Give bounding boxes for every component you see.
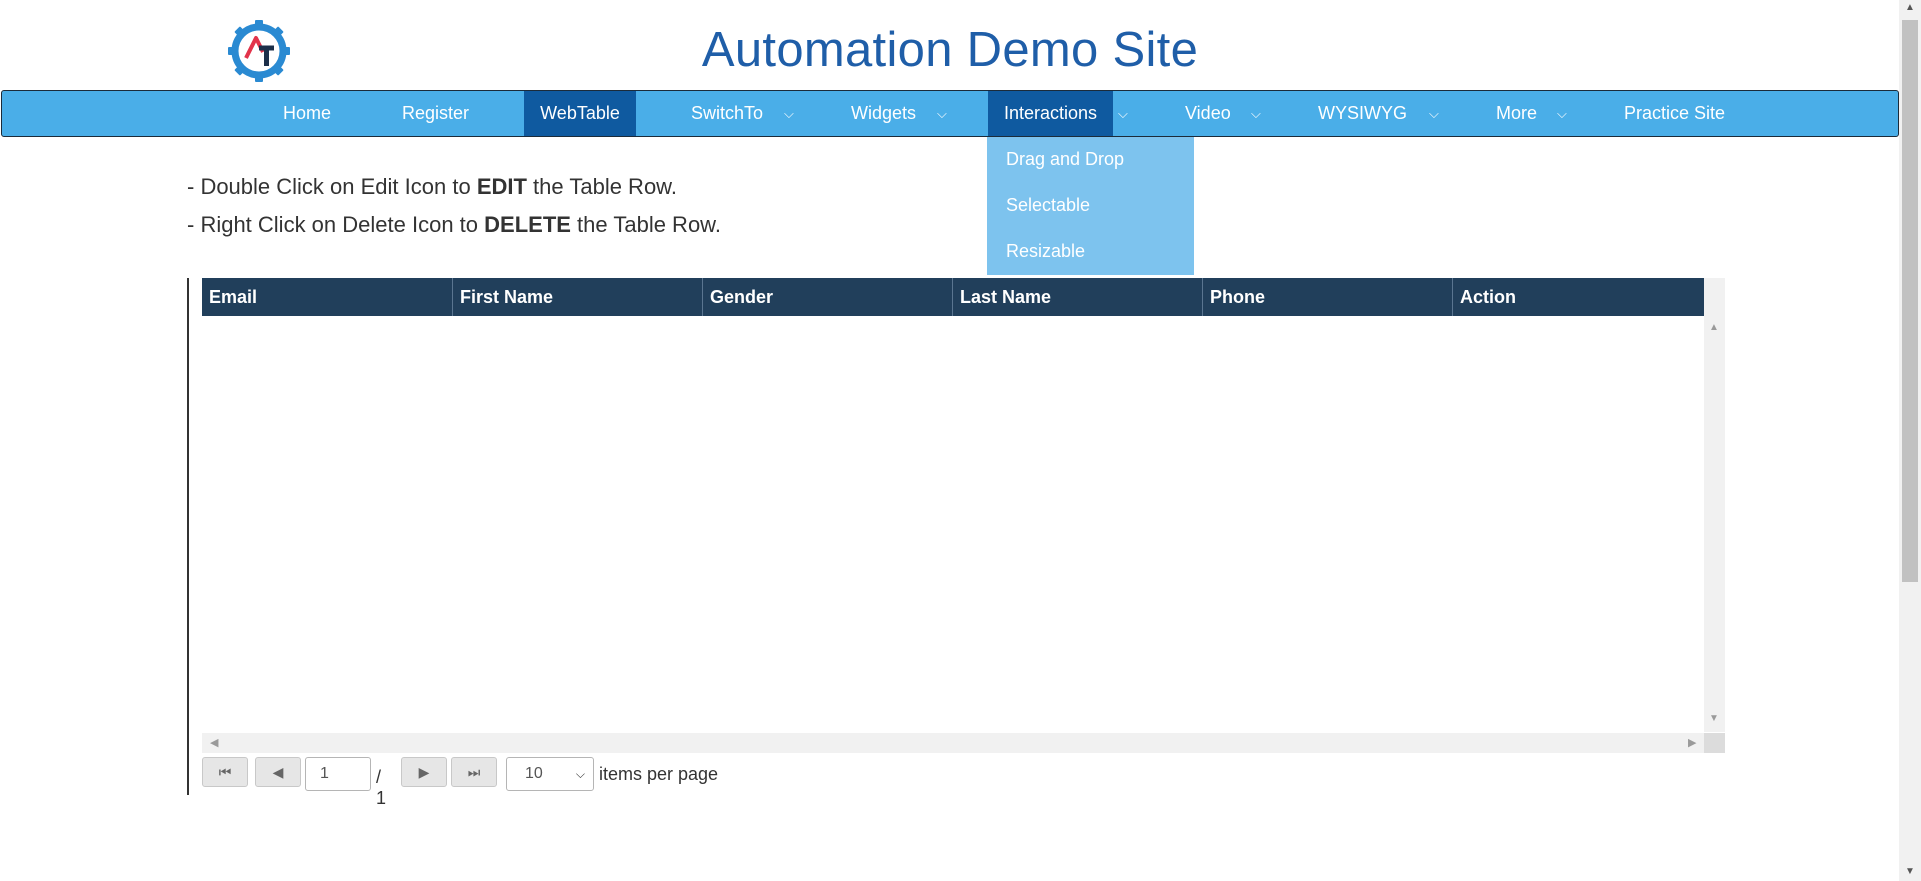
nav-video[interactable]: Video [1185,91,1231,136]
nav-switchto[interactable]: SwitchTo [691,91,763,136]
table-left-border [187,278,189,795]
page-size-select[interactable]: 10 ⌵ [506,757,594,791]
column-header-email[interactable]: Email [202,278,453,316]
chevron-down-icon[interactable]: ⌵ [1118,91,1128,136]
instruction-text: the Table Row. [570,212,721,237]
instruction-delete: - Right Click on Delete Icon to DELETE t… [187,212,721,238]
nav-register[interactable]: Register [402,91,469,136]
instruction-edit: - Double Click on Edit Icon to EDIT the … [187,174,677,200]
site-title: Automation Demo Site [701,23,1199,77]
first-page-button[interactable]: ⏮ [202,757,248,787]
chevron-down-icon: ⌵ [575,767,585,781]
last-page-button[interactable]: ⏭ [451,757,497,787]
chevron-down-icon[interactable]: ⌵ [937,91,947,136]
menu-item-resizable[interactable]: Resizable [1006,241,1085,262]
instruction-keyword: EDIT [476,174,527,199]
scroll-down-arrow-icon[interactable]: ▼ [1905,866,1915,877]
chevron-down-icon[interactable]: ⌵ [1557,91,1567,136]
scroll-up-arrow-icon[interactable]: ▲ [1905,2,1915,13]
column-header-gender[interactable]: Gender [703,278,953,316]
main-navbar: Home Register WebTable SwitchTo ⌵ Widget… [1,90,1899,137]
nav-widgets[interactable]: Widgets [851,91,916,136]
column-header-phone[interactable]: Phone [1203,278,1453,316]
page-count-label: / 1 [376,767,387,808]
menu-item-selectable[interactable]: Selectable [1006,195,1090,216]
scroll-left-arrow-icon[interactable]: ◀ [210,736,218,749]
nav-more[interactable]: More [1496,91,1537,136]
nav-interactions[interactable]: Interactions [988,91,1113,136]
nav-webtable[interactable]: WebTable [524,91,636,136]
next-page-button[interactable]: ▶ [401,757,447,787]
instruction-text: the Table Row. [526,174,677,199]
menu-item-drag-and-drop[interactable]: Drag and Drop [1006,149,1124,170]
column-header-action[interactable]: Action [1453,278,1704,316]
instruction-text: - Right Click on Delete Icon to [187,212,485,237]
page-size-value: 10 [525,765,543,782]
column-header-first-name[interactable]: First Name [453,278,703,316]
chevron-down-icon[interactable]: ⌵ [1251,91,1261,136]
scroll-down-arrow-icon[interactable]: ▼ [1709,713,1719,724]
page-vertical-scrollbar[interactable]: ▲ ▼ [1899,0,1921,881]
table-header-row: Email First Name Gender Last Name Phone … [202,278,1704,316]
scroll-up-arrow-icon[interactable]: ▲ [1709,322,1719,333]
previous-page-button[interactable]: ◀ [255,757,301,787]
nav-practice-site[interactable]: Practice Site [1624,91,1725,136]
scroll-right-arrow-icon[interactable]: ▶ [1688,736,1696,749]
chevron-down-icon[interactable]: ⌵ [784,91,794,136]
interactions-dropdown-menu: Drag and Drop Selectable Resizable [987,137,1194,275]
items-per-page-label: items per page [599,764,719,784]
site-header: Automation Demo Site [0,0,1900,90]
column-header-last-name[interactable]: Last Name [953,278,1203,316]
table-horizontal-scrollbar[interactable]: ◀ ▶ [202,733,1704,753]
nav-wysiwyg[interactable]: WYSIWYG [1318,91,1407,136]
chevron-down-icon[interactable]: ⌵ [1429,91,1439,136]
instruction-text: - Double Click on Edit Icon to [187,174,477,199]
table-vertical-scrollbar[interactable]: ▲ ▼ [1704,278,1725,732]
nav-home[interactable]: Home [283,91,331,136]
scrollbar-thumb[interactable] [1902,20,1918,582]
scrollbar-corner [1704,733,1725,753]
instruction-keyword: DELETE [484,212,571,237]
page-number-input[interactable] [305,757,371,791]
